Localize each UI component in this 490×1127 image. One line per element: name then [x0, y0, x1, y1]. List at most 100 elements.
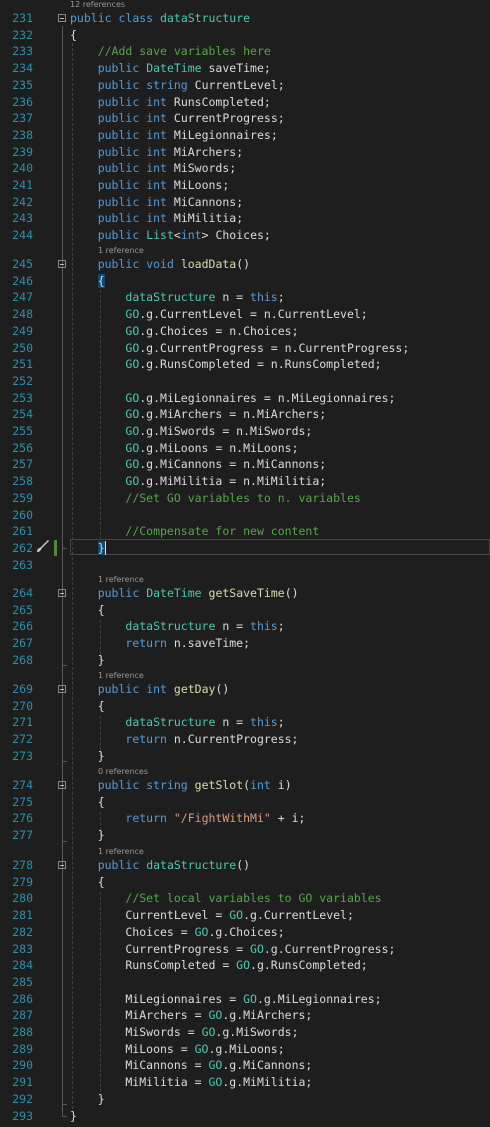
code-editor[interactable]: 12 references 1 reference 1 reference 1 … — [0, 0, 490, 1127]
code-text: Choices = GO.g.Choices; — [70, 924, 285, 939]
codelens-ctor-references[interactable]: 1 reference — [98, 847, 144, 856]
code-line[interactable]: 235 public string CurrentLevel; — [0, 77, 490, 94]
collapse-icon[interactable] — [58, 781, 66, 789]
code-line[interactable]: 281 CurrentLevel = GO.g.CurrentLevel; — [0, 907, 490, 924]
code-text: dataStructure n = this; — [125, 290, 285, 305]
code-line[interactable]: 266 dataStructure n = this; — [0, 618, 490, 635]
codelens-class-references[interactable]: 12 references — [70, 0, 125, 9]
code-line[interactable]: 283 CurrentProgress = GO.g.CurrentProgre… — [0, 941, 490, 958]
code-line[interactable]: 273 } — [0, 748, 490, 765]
line-number: 273 — [12, 748, 33, 763]
line-number: 271 — [12, 715, 33, 730]
code-line[interactable]: 267 return n.saveTime; — [0, 635, 490, 652]
code-line[interactable]: 269 public int getDay() — [0, 681, 490, 698]
code-text: } — [70, 828, 105, 843]
code-line[interactable]: 238 public int MiLegionnaires; — [0, 127, 490, 144]
code-line[interactable]: 245 public void loadData() — [0, 256, 490, 273]
code-line[interactable]: 279 { — [0, 874, 490, 891]
code-line[interactable]: 262 } — [0, 540, 490, 557]
code-line[interactable]: 293} — [0, 1108, 490, 1125]
code-line[interactable]: 289 MiLoons = GO.g.MiLoons; — [0, 1041, 490, 1058]
code-line[interactable]: 234 public DateTime saveTime; — [0, 60, 490, 77]
collapse-icon[interactable] — [58, 589, 66, 597]
code-line[interactable]: 263 — [0, 557, 490, 574]
code-text: public int MiSwords; — [97, 161, 237, 176]
code-line[interactable]: 256 GO.g.MiLoons = n.MiLoons; — [0, 440, 490, 457]
code-line[interactable]: 268 } — [0, 652, 490, 669]
code-line[interactable]: 260 — [0, 507, 490, 524]
code-text: { — [70, 874, 105, 889]
code-line[interactable]: 241 public int MiLoons; — [0, 177, 490, 194]
text-caret — [105, 541, 106, 555]
code-line[interactable]: 277 } — [0, 827, 490, 844]
code-line[interactable]: 254 GO.g.MiArchers = n.MiArchers; — [0, 406, 490, 423]
code-line[interactable]: 291 MiMilitia = GO.g.MiMilitia; — [0, 1074, 490, 1091]
code-line[interactable]: 248 GO.g.CurrentLevel = n.CurrentLevel; — [0, 306, 490, 323]
collapse-icon[interactable] — [58, 14, 66, 22]
code-line[interactable]: 237 public int CurrentProgress; — [0, 110, 490, 127]
code-text: public class dataStructure — [70, 11, 251, 25]
code-line[interactable]: 290 MiCannons = GO.g.MiCannons; — [0, 1057, 490, 1074]
code-line[interactable]: 276 return "/FightWithMi" + i; — [0, 810, 490, 827]
code-line[interactable]: 284 RunsCompleted = GO.g.RunsCompleted; — [0, 957, 490, 974]
line-number: 282 — [12, 924, 33, 939]
code-line[interactable]: 270 { — [0, 698, 490, 715]
code-line[interactable]: 247 dataStructure n = this; — [0, 289, 490, 306]
code-line[interactable]: 231 public class dataStructure — [0, 10, 490, 27]
line-number: 236 — [12, 94, 33, 109]
code-line[interactable]: 246 { — [0, 273, 490, 290]
line-number: 246 — [12, 273, 33, 288]
code-line[interactable]: 272 return n.CurrentProgress; — [0, 731, 490, 748]
code-text: CurrentLevel = GO.g.CurrentLevel; — [70, 908, 354, 923]
code-line[interactable]: 286 MiLegionnaires = GO.g.MiLegionnaires… — [0, 991, 490, 1008]
codelens-loaddata-references[interactable]: 1 reference — [98, 246, 144, 255]
line-number: 270 — [12, 698, 33, 713]
code-line[interactable]: 232 { — [0, 27, 490, 44]
code-line[interactable]: 282 Choices = GO.g.Choices; — [0, 924, 490, 941]
code-line[interactable]: 250 GO.g.CurrentProgress = n.CurrentProg… — [0, 340, 490, 357]
code-line[interactable]: 285 — [0, 974, 490, 991]
code-line[interactable]: 236 public int RunsCompleted; — [0, 94, 490, 111]
code-line[interactable]: 233 //Add save variables here — [0, 43, 490, 60]
code-line[interactable]: 252 — [0, 373, 490, 390]
code-line[interactable]: 271 dataStructure n = this; — [0, 714, 490, 731]
code-line[interactable]: 288 MiSwords = GO.g.MiSwords; — [0, 1024, 490, 1041]
code-line[interactable]: 244 public List<int> Choices; — [0, 227, 490, 244]
code-text: public List<int> Choices; — [97, 228, 271, 243]
line-number: 268 — [12, 652, 33, 667]
code-line[interactable]: 258 GO.g.MiMilitia = n.MiMilitia; — [0, 473, 490, 490]
code-line[interactable]: 243 public int MiMilitia; — [0, 210, 490, 227]
code-text: public int MiCannons; — [97, 194, 244, 209]
code-line[interactable]: 264 public DateTime getSaveTime() — [0, 585, 490, 602]
code-line[interactable]: 292 } — [0, 1091, 490, 1108]
code-line[interactable]: 275 { — [0, 794, 490, 811]
code-line[interactable]: 242 public int MiCannons; — [0, 194, 490, 211]
collapse-icon[interactable] — [58, 861, 66, 869]
code-text: } — [70, 1108, 77, 1123]
quick-actions-brush-icon[interactable] — [36, 539, 50, 553]
code-line[interactable]: 240 public int MiSwords; — [0, 160, 490, 177]
code-line[interactable]: 249 GO.g.Choices = n.Choices; — [0, 323, 490, 340]
code-line[interactable]: 280 //Set local variables to GO variable… — [0, 890, 490, 907]
code-line[interactable]: 253 GO.g.MiLegionnaires = n.MiLegionnair… — [0, 390, 490, 407]
collapse-icon[interactable] — [58, 260, 66, 268]
code-line[interactable]: 255 GO.g.MiSwords = n.MiSwords; — [0, 423, 490, 440]
code-line[interactable]: 251 GO.g.RunsCompleted = n.RunsCompleted… — [0, 356, 490, 373]
line-number: 256 — [12, 440, 33, 455]
code-line[interactable]: 259 //Set GO variables to n. variables — [0, 490, 490, 507]
code-line[interactable]: 257 GO.g.MiCannons = n.MiCannons; — [0, 456, 490, 473]
code-line[interactable]: 278 public dataStructure() — [0, 857, 490, 874]
code-text: public DateTime getSaveTime() — [97, 586, 299, 600]
collapse-icon[interactable] — [58, 685, 66, 693]
line-number: 263 — [12, 557, 33, 572]
codelens-getslot-references[interactable]: 0 references — [98, 767, 148, 776]
code-line[interactable]: 261 //Compensate for new content — [0, 523, 490, 540]
code-line[interactable]: 265 { — [0, 602, 490, 619]
line-number: 242 — [12, 194, 33, 209]
codelens-getday-references[interactable]: 1 reference — [98, 671, 144, 680]
code-line[interactable]: 239 public int MiArchers; — [0, 144, 490, 161]
code-line[interactable]: 274 public string getSlot(int i) — [0, 777, 490, 794]
codelens-getsavetime-references[interactable]: 1 reference — [98, 575, 144, 584]
code-line[interactable]: 287 MiArchers = GO.g.MiArchers; — [0, 1007, 490, 1024]
code-text: MiLegionnaires = GO.g.MiLegionnaires; — [70, 991, 382, 1006]
